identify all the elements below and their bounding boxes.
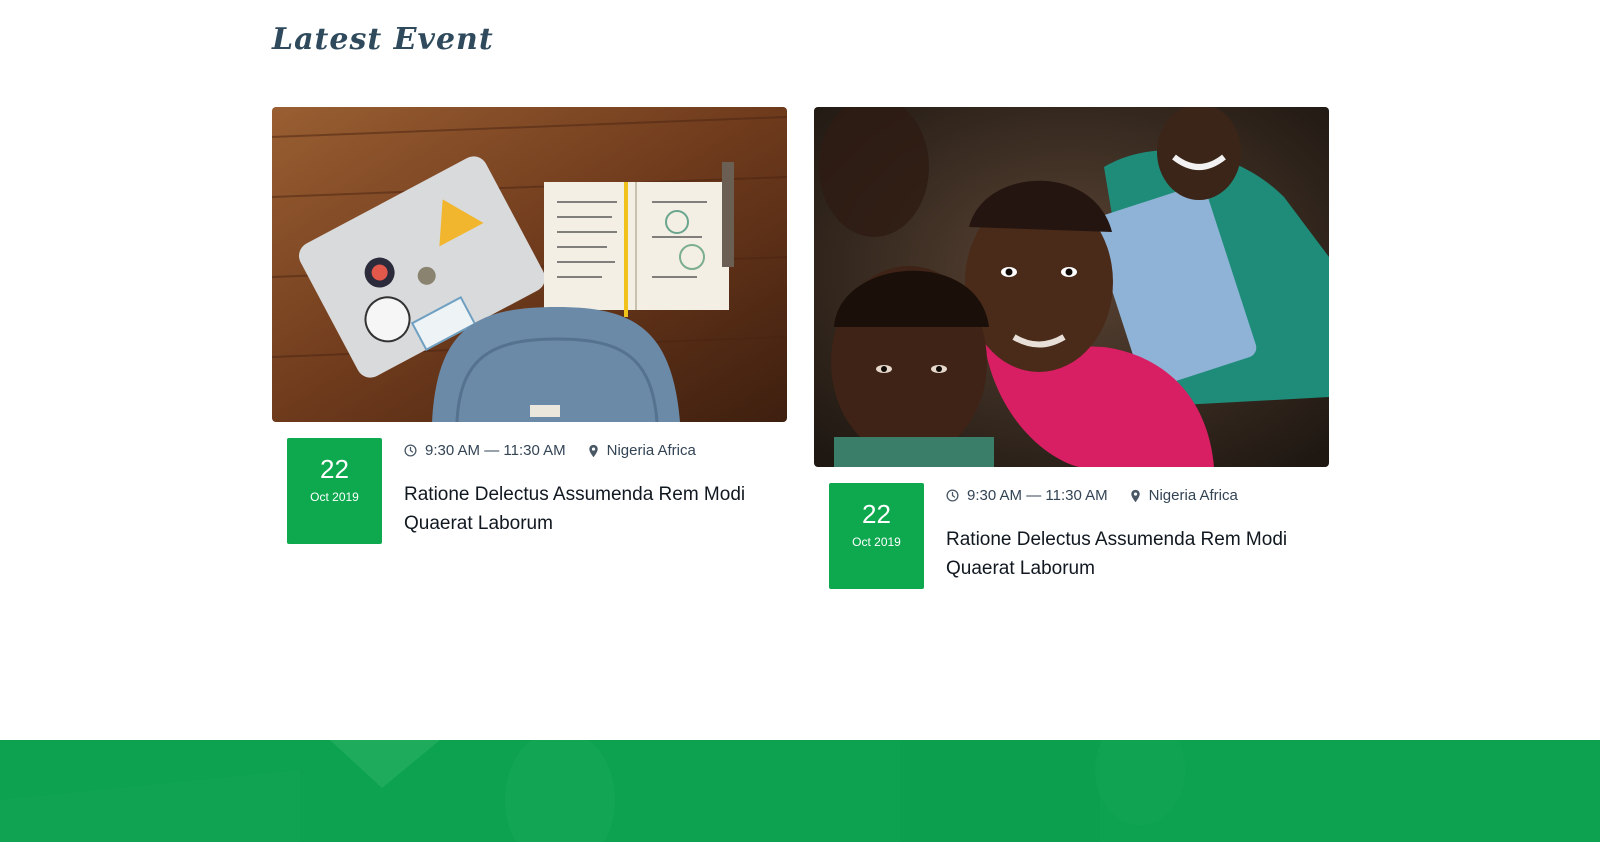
section-title: Latest Event [272,22,494,57]
event-time: 9:30 AM — 11:30 AM [946,487,1108,504]
event-location: Nigeria Africa [588,442,696,459]
date-day: 22 [320,454,349,484]
clock-icon [404,444,417,457]
event-image[interactable] [814,107,1329,467]
event-card[interactable]: 22 Oct 2019 9:30 AM — 11:30 AM Nigeria A… [272,107,787,548]
event-card-body: 22 Oct 2019 9:30 AM — 11:30 AM Nigeria A… [272,438,787,548]
date-month-year: Oct 2019 [310,490,359,504]
event-location-text: Nigeria Africa [606,442,696,459]
footer-band [0,740,1600,842]
event-card[interactable]: 22 Oct 2019 9:30 AM — 11:30 AM Nigeria A… [814,107,1329,593]
map-pin-icon [1130,489,1141,503]
date-badge: 22 Oct 2019 [287,438,382,544]
date-badge: 22 Oct 2019 [829,483,924,589]
event-time-text: 9:30 AM — 11:30 AM [425,442,566,459]
map-pin-icon [588,444,599,458]
event-title-link[interactable]: Ratione Delectus Assumenda Rem Modi Quae… [404,480,774,538]
event-card-body: 22 Oct 2019 9:30 AM — 11:30 AM Nigeria A… [814,483,1329,593]
event-title-link[interactable]: Ratione Delectus Assumenda Rem Modi Quae… [946,525,1316,583]
event-location: Nigeria Africa [1130,487,1238,504]
clock-icon [946,489,959,502]
event-meta: 9:30 AM — 11:30 AM Nigeria Africa [404,442,696,459]
laptop-notebook-backpack-photo [272,107,787,422]
event-meta: 9:30 AM — 11:30 AM Nigeria Africa [946,487,1238,504]
children-portrait-photo [814,107,1329,467]
event-image[interactable] [272,107,787,422]
event-time: 9:30 AM — 11:30 AM [404,442,566,459]
footer-background-pattern [0,740,1600,842]
date-day: 22 [862,499,891,529]
event-time-text: 9:30 AM — 11:30 AM [967,487,1108,504]
event-location-text: Nigeria Africa [1148,487,1238,504]
date-month-year: Oct 2019 [852,535,901,549]
